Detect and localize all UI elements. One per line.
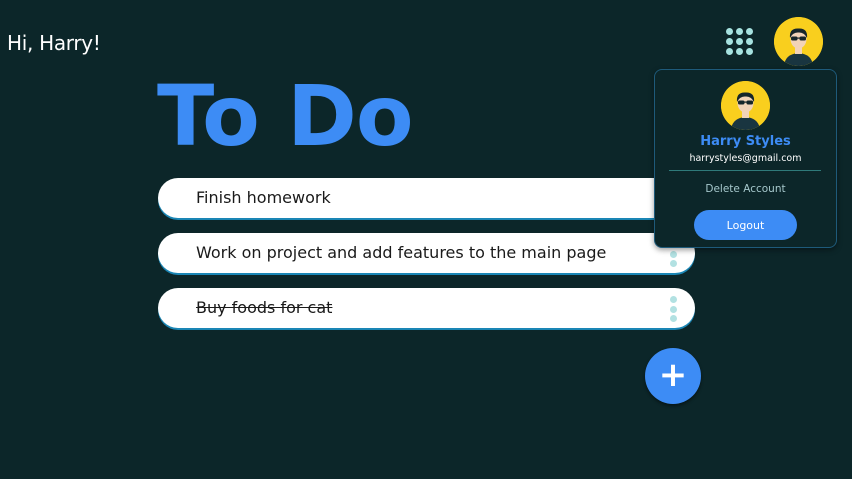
task-text: Work on project and add features to the … bbox=[196, 243, 607, 262]
profile-dropdown: Harry Styles harrystyles@gmail.com Delet… bbox=[654, 69, 837, 248]
kebab-dot bbox=[669, 305, 677, 313]
kebab-dot bbox=[669, 296, 677, 303]
task-item[interactable]: Finish homework bbox=[158, 178, 695, 218]
logout-button[interactable]: Logout bbox=[694, 210, 797, 240]
profile-email: harrystyles@gmail.com bbox=[689, 153, 802, 164]
task-text-completed: Buy foods for cat bbox=[196, 298, 333, 317]
todo-page: Hi, Harry! To Do Finish homework Work on… bbox=[0, 0, 852, 479]
kebab-dot bbox=[669, 315, 677, 322]
grid-dot bbox=[736, 38, 743, 45]
apps-grid-icon[interactable] bbox=[726, 28, 754, 56]
grid-dot bbox=[736, 48, 743, 55]
grid-dot bbox=[746, 48, 753, 55]
profile-divider bbox=[669, 170, 821, 171]
task-text: Finish homework bbox=[196, 188, 331, 207]
user-avatar-button[interactable] bbox=[774, 17, 823, 66]
grid-dot bbox=[746, 38, 753, 45]
task-item[interactable]: Buy foods for cat bbox=[158, 288, 695, 328]
grid-dot bbox=[726, 48, 733, 55]
page-title: To Do bbox=[157, 67, 414, 165]
task-item[interactable]: Work on project and add features to the … bbox=[158, 233, 695, 273]
grid-dot bbox=[736, 28, 743, 35]
plus-icon: + bbox=[658, 355, 688, 395]
task-options-icon[interactable] bbox=[669, 296, 677, 322]
grid-dot bbox=[726, 28, 733, 35]
grid-dot bbox=[746, 28, 753, 35]
add-task-button[interactable]: + bbox=[645, 348, 701, 404]
grid-dot bbox=[726, 38, 733, 45]
greeting-text: Hi, Harry! bbox=[7, 31, 101, 55]
kebab-dot bbox=[669, 260, 677, 267]
user-avatar-icon bbox=[721, 81, 770, 130]
delete-account-link[interactable]: Delete Account bbox=[655, 183, 836, 195]
user-avatar-icon bbox=[774, 17, 823, 66]
profile-avatar bbox=[721, 81, 770, 130]
kebab-dot bbox=[669, 250, 677, 258]
profile-name: Harry Styles bbox=[700, 134, 791, 149]
